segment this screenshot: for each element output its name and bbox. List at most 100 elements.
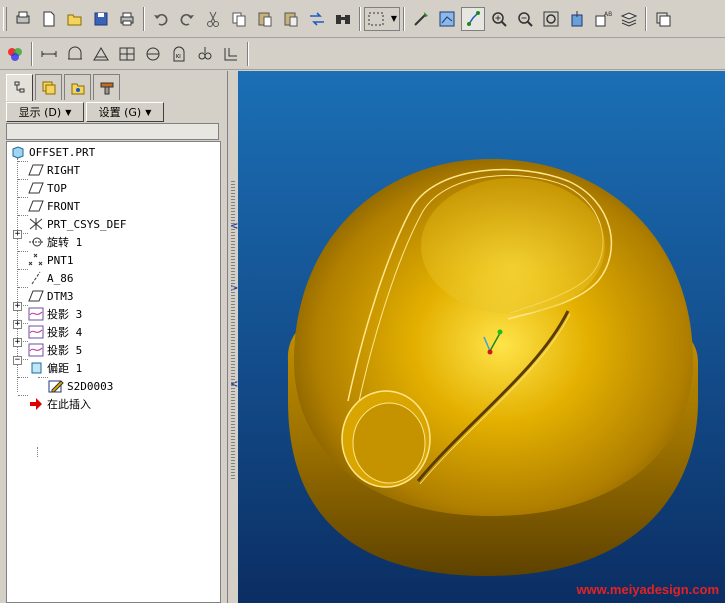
tree-item-label: 投影 4: [47, 326, 83, 339]
wireframe-icon[interactable]: KI: [167, 42, 191, 66]
triad-origin-icon: [487, 349, 493, 355]
tree-item-label: DTM3: [47, 289, 74, 303]
chevron-down-icon: ▼: [145, 107, 152, 117]
tree-item-a-86[interactable]: A_86: [27, 269, 74, 287]
projected-curve-icon: [27, 343, 44, 357]
datum-plane-icon: [27, 181, 44, 195]
save-icon[interactable]: [89, 7, 113, 31]
tools-tab[interactable]: [93, 74, 120, 100]
coordinate-system-icon: [27, 217, 44, 231]
zoom-in-icon[interactable]: [487, 7, 511, 31]
tree-item-revolve-1[interactable]: 旋转 1: [27, 233, 82, 251]
shading-icon[interactable]: [141, 42, 165, 66]
expand-toggle[interactable]: +: [13, 230, 22, 239]
spin-center-icon[interactable]: [435, 7, 459, 31]
part-icon: [9, 145, 26, 159]
favorites-tab[interactable]: [64, 74, 91, 100]
svg-text:KI: KI: [176, 54, 181, 60]
tree-item-offset-1[interactable]: 偏距 1: [27, 359, 82, 377]
new-icon[interactable]: [37, 7, 61, 31]
layers-icon[interactable]: [617, 7, 641, 31]
show-menu-label: 显示 (D): [18, 106, 62, 119]
redo-icon[interactable]: [175, 7, 199, 31]
navigator-panel: 显示 (D) ▼ 设置 (G) ▼ + + + + − OFFSET.PRT R…: [0, 71, 228, 603]
tree-item-projection-3[interactable]: 投影 3: [27, 305, 82, 323]
datum-point-icon: [27, 253, 44, 267]
tree-menubar: 显示 (D) ▼ 设置 (G) ▼: [6, 102, 166, 122]
orient-icon[interactable]: [461, 6, 485, 31]
projected-curve-icon: [27, 307, 44, 321]
tree-item-label: FRONT: [47, 199, 81, 213]
model-render: [287, 159, 698, 576]
window-icon[interactable]: [651, 7, 675, 31]
tree-item-projection-4[interactable]: 投影 4: [27, 323, 82, 341]
tree-item-label: 旋转 1: [47, 236, 83, 249]
tree-item-label: 在此插入: [47, 398, 91, 411]
tree-item-offset-prt[interactable]: OFFSET.PRT: [9, 143, 95, 161]
expand-toggle[interactable]: +: [13, 338, 22, 347]
refit-icon[interactable]: [539, 7, 563, 31]
settings-menu-button[interactable]: 设置 (G) ▼: [86, 102, 164, 122]
tree-item-prt-csys-def[interactable]: PRT_CSYS_DEF: [27, 215, 126, 233]
tree-item-label: TOP: [47, 181, 67, 195]
cut-icon[interactable]: [201, 7, 225, 31]
undo-icon[interactable]: [149, 7, 173, 31]
saved-view-icon[interactable]: [565, 7, 589, 31]
annotation-display-icon[interactable]: AB: [591, 7, 615, 31]
datum-planes-icon[interactable]: [37, 42, 61, 66]
coord-sys-icon[interactable]: [115, 42, 139, 66]
tree-item-label: 投影 3: [47, 308, 83, 321]
datum-plane-icon: [27, 289, 44, 303]
tree-item-top[interactable]: TOP: [27, 179, 67, 197]
tree-item-label: 投影 5: [47, 344, 83, 357]
tree-item-insert-here[interactable]: 在此插入: [27, 395, 91, 413]
expand-toggle[interactable]: +: [13, 302, 22, 311]
tree-item-label: OFFSET.PRT: [29, 145, 96, 159]
datum-plane-icon: [27, 163, 44, 177]
tree-item-pnt1[interactable]: PNT1: [27, 251, 74, 269]
tree-item-label: S2D0003: [67, 379, 114, 393]
print-icon[interactable]: [115, 7, 139, 31]
find-icon[interactable]: [331, 7, 355, 31]
model-tree-tab[interactable]: [6, 74, 33, 101]
repaint-icon[interactable]: [409, 7, 433, 31]
toolbar-grip[interactable]: [3, 6, 7, 31]
sketch-icon: [47, 379, 64, 393]
view-toolbar: KI: [0, 38, 725, 70]
panel-splitter[interactable]: < > <: [228, 71, 238, 603]
tree-item-projection-5[interactable]: 投影 5: [27, 341, 82, 359]
tree-item-label: RIGHT: [47, 163, 81, 177]
datum-axis-icon: [27, 271, 44, 285]
hidden-line-icon[interactable]: [193, 42, 217, 66]
graphics-viewport[interactable]: www.meiyadesign.com: [238, 71, 725, 603]
open-icon[interactable]: [63, 7, 87, 31]
tree-item-label: PRT_CSYS_DEF: [47, 217, 127, 231]
no-hidden-icon[interactable]: [219, 42, 243, 66]
tree-item-right[interactable]: RIGHT: [27, 161, 80, 179]
tree-item-label: PNT1: [47, 253, 74, 267]
main-toolbar: ▼ AB: [0, 0, 725, 38]
tree-item-s2d0003[interactable]: S2D0003: [47, 377, 113, 395]
datum-points-icon[interactable]: [89, 42, 113, 66]
insert-here-arrow-icon: [27, 397, 44, 411]
datum-plane-icon: [27, 199, 44, 213]
show-menu-button[interactable]: 显示 (D) ▼: [6, 102, 84, 122]
layer-tree-tab[interactable]: [35, 74, 62, 100]
tree-filter-input[interactable]: [6, 123, 219, 140]
datum-axes-icon[interactable]: [63, 42, 87, 66]
svg-text:AB: AB: [604, 11, 612, 18]
selection-box-icon[interactable]: ▼: [364, 6, 400, 31]
paste-icon[interactable]: [253, 7, 277, 31]
tree-item-dtm3[interactable]: DTM3: [27, 287, 74, 305]
expand-toggle[interactable]: +: [13, 320, 22, 329]
model-display-icon[interactable]: [3, 42, 27, 66]
regenerate-icon[interactable]: [305, 7, 329, 31]
revolve-icon: [27, 235, 44, 249]
settings-menu-label: 设置 (G): [98, 106, 142, 119]
print-setup-icon[interactable]: [11, 7, 35, 31]
paste-special-icon[interactable]: [279, 7, 303, 31]
tree-item-front[interactable]: FRONT: [27, 197, 80, 215]
zoom-out-icon[interactable]: [513, 7, 537, 31]
collapse-toggle[interactable]: −: [13, 356, 22, 365]
copy-icon[interactable]: [227, 7, 251, 31]
